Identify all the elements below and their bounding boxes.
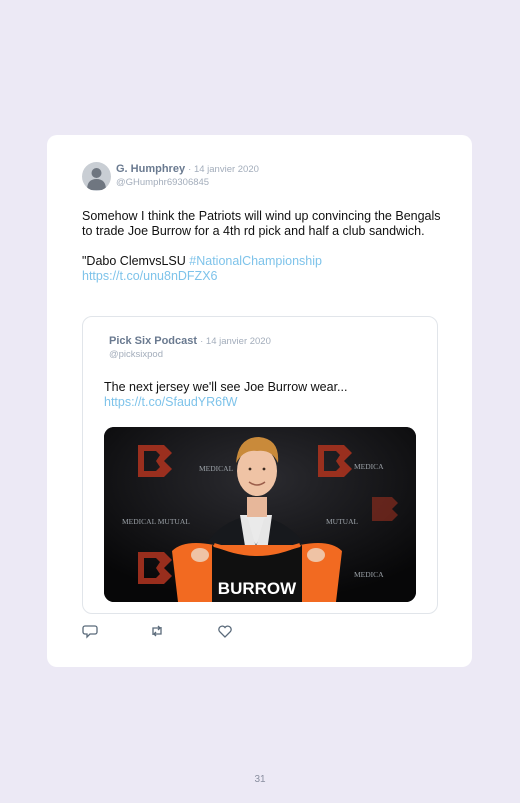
svg-text:MEDICAL MUTUAL: MEDICAL MUTUAL [122, 517, 190, 526]
avatar[interactable] [82, 162, 111, 191]
quoted-author-line: Pick Six Podcast · 14 janvier 2020 [109, 335, 271, 347]
quoted-handle[interactable]: @picksixpod [109, 349, 163, 360]
quoted-text: The next jersey we'll see Joe Burrow wea… [104, 380, 424, 410]
tweet-url-link[interactable]: https://t.co/unu8nDFZX6 [82, 269, 218, 283]
tweet-body: Somehow I think the Patriots will wind u… [82, 209, 441, 238]
author-name[interactable]: G. Humphrey [116, 163, 185, 175]
svg-text:MEDICAL: MEDICAL [199, 464, 234, 473]
author-line: G. Humphrey · 14 janvier 2020 [116, 163, 259, 175]
page-number: 31 [254, 774, 266, 785]
quoted-date: · 14 janvier 2020 [200, 336, 271, 347]
quoted-tweet[interactable]: Pick Six Podcast · 14 janvier 2020 @pick… [82, 316, 438, 614]
hashtag-link[interactable]: #NationalChampionship [189, 254, 322, 268]
svg-text:MUTUAL: MUTUAL [326, 517, 358, 526]
quoted-author-name[interactable]: Pick Six Podcast [109, 335, 197, 347]
retweet-icon[interactable] [149, 623, 165, 639]
quoted-url-link[interactable]: https://t.co/SfaudYR6fW [104, 395, 237, 409]
tweet-date: · 14 janvier 2020 [188, 164, 259, 175]
tweet-body-line2: "Dabo ClemvsLSU #NationalChampionship [82, 254, 447, 269]
author-handle[interactable]: @GHumphr69306845 [116, 177, 209, 188]
reply-icon[interactable] [82, 623, 98, 639]
svg-text:MEDICA: MEDICA [354, 570, 384, 579]
jersey-name: BURROW [218, 579, 297, 598]
tweet-body-prefix: "Dabo ClemvsLSU [82, 254, 190, 268]
quoted-photo[interactable]: MEDICAL MEDICAL MUTUAL MUTUAL MEDICA MED… [104, 427, 416, 602]
svg-text:MEDICA: MEDICA [354, 462, 384, 471]
quoted-body: The next jersey we'll see Joe Burrow wea… [104, 380, 348, 394]
tweet-card[interactable]: G. Humphrey · 14 janvier 2020 @GHumphr69… [47, 135, 472, 667]
heart-icon[interactable] [217, 623, 233, 639]
tweet-actions [82, 623, 282, 639]
tweet-text: Somehow I think the Patriots will wind u… [82, 209, 447, 284]
